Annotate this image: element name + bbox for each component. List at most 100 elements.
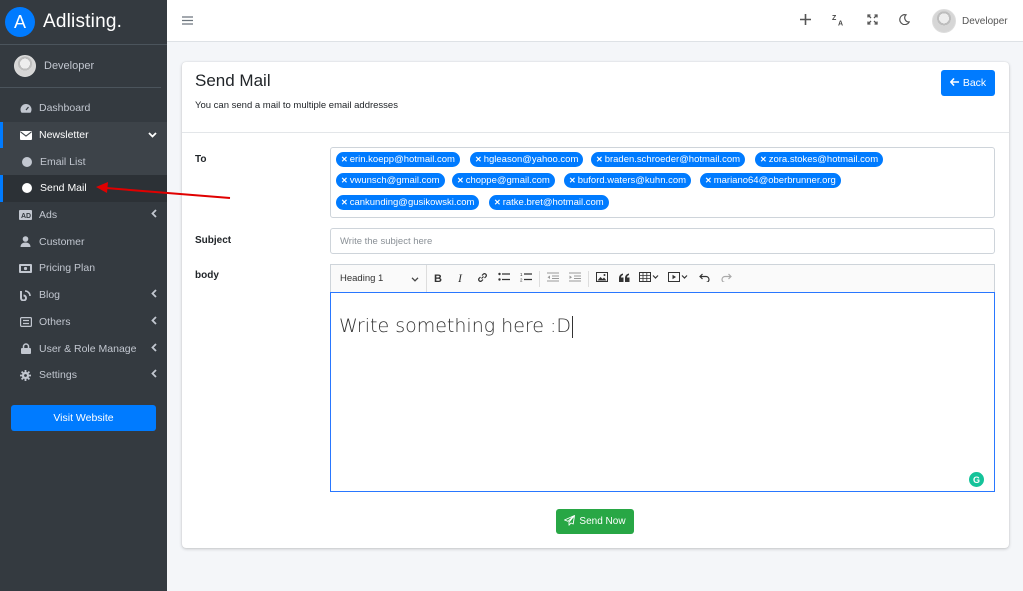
- avatar: [14, 55, 36, 77]
- back-button[interactable]: Back: [941, 70, 995, 96]
- remove-chip-icon[interactable]: ✕: [341, 198, 348, 207]
- envelope-icon: [19, 129, 32, 141]
- moon-icon[interactable]: [899, 13, 911, 28]
- sidebar-item-user-role-manage[interactable]: User & Role Manage: [0, 335, 167, 362]
- recipient-email: cankunding@gusikowski.com: [349, 197, 475, 208]
- ad-icon: AD: [19, 209, 32, 221]
- recipient-chip[interactable]: ✕ choppe@gmail.com: [452, 173, 555, 188]
- sidebar-item-customer[interactable]: Customer: [0, 228, 167, 255]
- user-panel[interactable]: Developer: [0, 45, 161, 88]
- topbar-user-name[interactable]: Developer: [962, 16, 1008, 27]
- svg-text:1: 1: [520, 272, 523, 277]
- recipient-chip[interactable]: ✕ vwunsch@gmail.com: [336, 173, 445, 188]
- remove-chip-icon[interactable]: ✕: [569, 176, 576, 185]
- arrow-left-icon: [949, 77, 959, 89]
- recipient-chip[interactable]: ✕ braden.schroeder@hotmail.com: [591, 152, 746, 167]
- sidebar-item-others[interactable]: Others: [0, 309, 167, 336]
- fullscreen-icon[interactable]: [867, 13, 878, 28]
- svg-text:Z: Z: [832, 15, 837, 22]
- sidebar-item-blog[interactable]: Blog: [0, 282, 167, 309]
- avatar[interactable]: [932, 9, 956, 33]
- recipient-chip[interactable]: ✕ ratke.bret@hotmail.com: [489, 195, 609, 210]
- user-name: Developer: [44, 60, 95, 72]
- chevron-left-icon: [151, 316, 157, 328]
- recipient-chip[interactable]: ✕ cankunding@gusikowski.com: [336, 195, 480, 210]
- sidebar-item-email-list[interactable]: Email List: [0, 148, 167, 176]
- media-embed-icon[interactable]: [663, 272, 693, 285]
- page-subtitle: You can send a mail to multiple email ad…: [195, 100, 398, 111]
- send-mail-card: Send Mail You can send a mail to multipl…: [182, 62, 1009, 548]
- bold-icon[interactable]: B: [427, 273, 449, 285]
- recipient-email: ratke.bret@hotmail.com: [502, 197, 604, 208]
- back-label: Back: [962, 77, 987, 89]
- remove-chip-icon[interactable]: ✕: [341, 176, 348, 185]
- brand-name: Adlisting.: [43, 11, 123, 32]
- sidebar-item-label: Blog: [39, 289, 61, 302]
- translate-icon[interactable]: ZA: [832, 13, 845, 29]
- bulleted-list-icon[interactable]: [493, 272, 515, 285]
- sidebar-item-label: Send Mail: [40, 182, 87, 195]
- remove-chip-icon[interactable]: ✕: [475, 155, 482, 164]
- sidebar-item-send-mail[interactable]: Send Mail: [0, 175, 167, 202]
- quote-icon[interactable]: [613, 273, 635, 285]
- indent-icon[interactable]: [564, 272, 586, 285]
- remove-chip-icon[interactable]: ✕: [705, 176, 712, 185]
- send-now-button[interactable]: Send Now: [556, 509, 634, 534]
- recipient-email: vwunsch@gmail.com: [349, 175, 440, 186]
- plus-icon[interactable]: [800, 13, 811, 28]
- sidebar-item-settings[interactable]: Settings: [0, 362, 167, 389]
- subject-input[interactable]: Write the subject here: [330, 228, 995, 254]
- sidebar-item-newsletter[interactable]: Newsletter: [0, 121, 167, 149]
- sidebar-item-label: Others: [39, 315, 71, 328]
- sidebar: A Adlisting. Developer Dashboard Newslet…: [0, 0, 167, 591]
- circle-icon: [22, 156, 32, 167]
- numbered-list-icon[interactable]: 12: [515, 272, 537, 285]
- link-icon[interactable]: [471, 272, 493, 286]
- sidebar-item-ads[interactable]: AD Ads: [0, 202, 167, 229]
- sidebar-item-label: Newsletter: [39, 129, 89, 142]
- remove-chip-icon[interactable]: ✕: [457, 176, 464, 185]
- body-label: body: [195, 270, 219, 281]
- italic-icon[interactable]: I: [449, 271, 471, 286]
- recipient-email: erin.koepp@hotmail.com: [349, 154, 455, 165]
- topbar: ZA Developer: [167, 0, 1023, 42]
- image-icon[interactable]: [591, 272, 613, 285]
- remove-chip-icon[interactable]: ✕: [341, 155, 348, 164]
- svg-text:AD: AD: [21, 213, 31, 220]
- undo-icon[interactable]: [693, 273, 715, 285]
- blog-icon: [19, 289, 32, 301]
- chevron-left-icon: [151, 342, 157, 355]
- user-icon: [19, 236, 32, 248]
- remove-chip-icon[interactable]: ✕: [760, 155, 767, 164]
- card-header: Send Mail You can send a mail to multipl…: [182, 62, 1009, 133]
- redo-icon[interactable]: [715, 273, 737, 285]
- grammarly-icon[interactable]: G: [969, 472, 984, 487]
- recipient-email: choppe@gmail.com: [465, 175, 550, 186]
- page-title: Send Mail: [195, 71, 271, 90]
- editor-content[interactable]: Write something here :D: [339, 315, 574, 338]
- sidebar-item-dashboard[interactable]: Dashboard: [0, 95, 167, 122]
- sidebar-item-pricing-plan[interactable]: Pricing Plan: [0, 255, 167, 282]
- recipient-chip[interactable]: ✕ hgleason@yahoo.com: [470, 152, 584, 167]
- brand[interactable]: A Adlisting.: [0, 0, 167, 45]
- remove-chip-icon[interactable]: ✕: [596, 155, 603, 164]
- menu-toggle-icon[interactable]: [182, 12, 193, 28]
- svg-text:A: A: [838, 21, 843, 27]
- body-editor[interactable]: Write something here :D G: [330, 292, 995, 492]
- circle-icon: [22, 183, 32, 194]
- remove-chip-icon[interactable]: ✕: [494, 198, 501, 207]
- dashboard-icon: [19, 102, 32, 114]
- to-label: To: [195, 154, 207, 165]
- recipient-chip[interactable]: ✕ mariano64@oberbrunner.org: [700, 173, 841, 188]
- outdent-icon[interactable]: [542, 272, 564, 285]
- chevron-left-icon: [151, 209, 157, 221]
- sidebar-item-label: Pricing Plan: [39, 262, 96, 275]
- recipients-input[interactable]: ✕ erin.koepp@hotmail.com ✕ hgleason@yahoo.…: [330, 147, 995, 218]
- visit-website-button[interactable]: Visit Website: [11, 405, 156, 431]
- recipient-chip[interactable]: ✕ buford.waters@kuhn.com: [564, 173, 692, 188]
- table-icon[interactable]: [635, 272, 663, 285]
- heading-dropdown[interactable]: Heading 1: [331, 265, 427, 292]
- recipient-chip[interactable]: ✕ erin.koepp@hotmail.com: [336, 152, 460, 167]
- sidebar-item-label: Ads: [39, 209, 58, 222]
- recipient-chip[interactable]: ✕ zora.stokes@hotmail.com: [755, 152, 884, 167]
